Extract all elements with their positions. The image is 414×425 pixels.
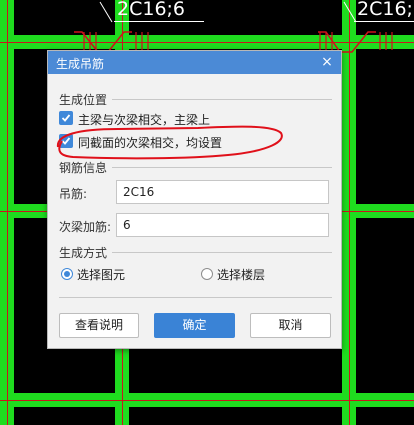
- option-label: 同截面的次梁相交，均设置: [78, 136, 223, 150]
- footer-divider: [59, 297, 332, 298]
- checkbox-checked[interactable]: [59, 111, 73, 125]
- beam-axis-line: [7, 0, 8, 425]
- rebar-section-title: 钢筋信息: [59, 161, 108, 175]
- help-button[interactable]: 查看说明: [59, 313, 139, 338]
- beam-axis-line: [349, 0, 350, 425]
- hanger-input[interactable]: 2C16: [116, 180, 329, 204]
- beam-axis-line: [0, 42, 414, 43]
- section-divider: [112, 252, 332, 253]
- dialog-title: 生成吊筋: [56, 57, 105, 71]
- radio-select-floor[interactable]: [201, 268, 213, 280]
- beam-axis-line: [0, 400, 414, 401]
- position-section-title: 生成位置: [59, 93, 108, 107]
- radio-label[interactable]: 选择楼层: [217, 266, 265, 283]
- section-divider: [112, 99, 332, 100]
- hanger-label: 吊筋:: [59, 187, 88, 201]
- option-label: 主梁与次梁相交，主梁上: [78, 113, 211, 127]
- stirrup-input[interactable]: 6: [116, 213, 329, 237]
- check-icon: [61, 137, 71, 145]
- rebar-label: 2C16;6: [117, 0, 186, 20]
- radio-label[interactable]: 选择图元: [77, 266, 125, 283]
- checkbox-checked[interactable]: [59, 134, 73, 148]
- mode-section-title: 生成方式: [59, 246, 108, 260]
- radio-select-element[interactable]: [61, 268, 73, 280]
- stirrup-label: 次梁加筋:: [59, 220, 112, 234]
- generate-hanger-dialog: 生成吊筋 × 生成位置 主梁与次梁相交，主梁上 同截面的次梁相交，均设置 钢筋信…: [47, 50, 342, 349]
- check-icon: [61, 114, 71, 122]
- section-divider: [112, 167, 332, 168]
- label-underline: [354, 21, 414, 22]
- cancel-button[interactable]: 取消: [250, 313, 331, 338]
- rebar-label: 2C16;6: [357, 0, 414, 20]
- ok-button[interactable]: 确定: [154, 313, 235, 338]
- label-underline: [114, 21, 204, 22]
- close-icon[interactable]: ×: [319, 53, 335, 71]
- dialog-titlebar[interactable]: 生成吊筋 ×: [48, 51, 341, 74]
